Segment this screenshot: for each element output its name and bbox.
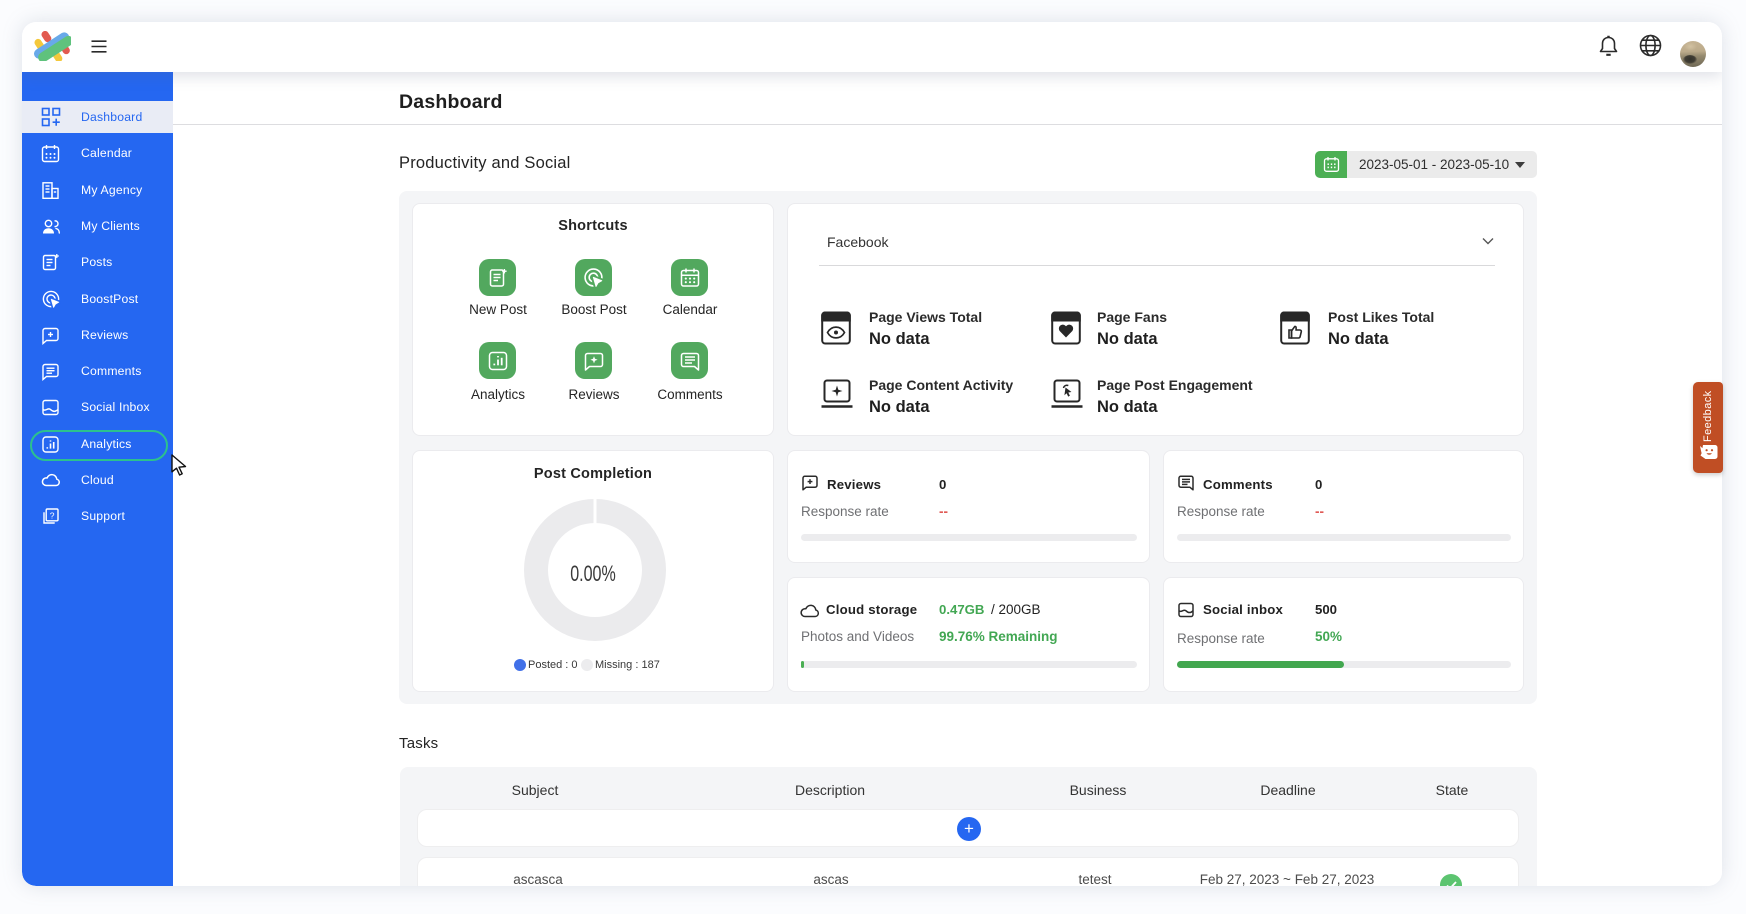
svg-text:?: ? (50, 510, 55, 520)
